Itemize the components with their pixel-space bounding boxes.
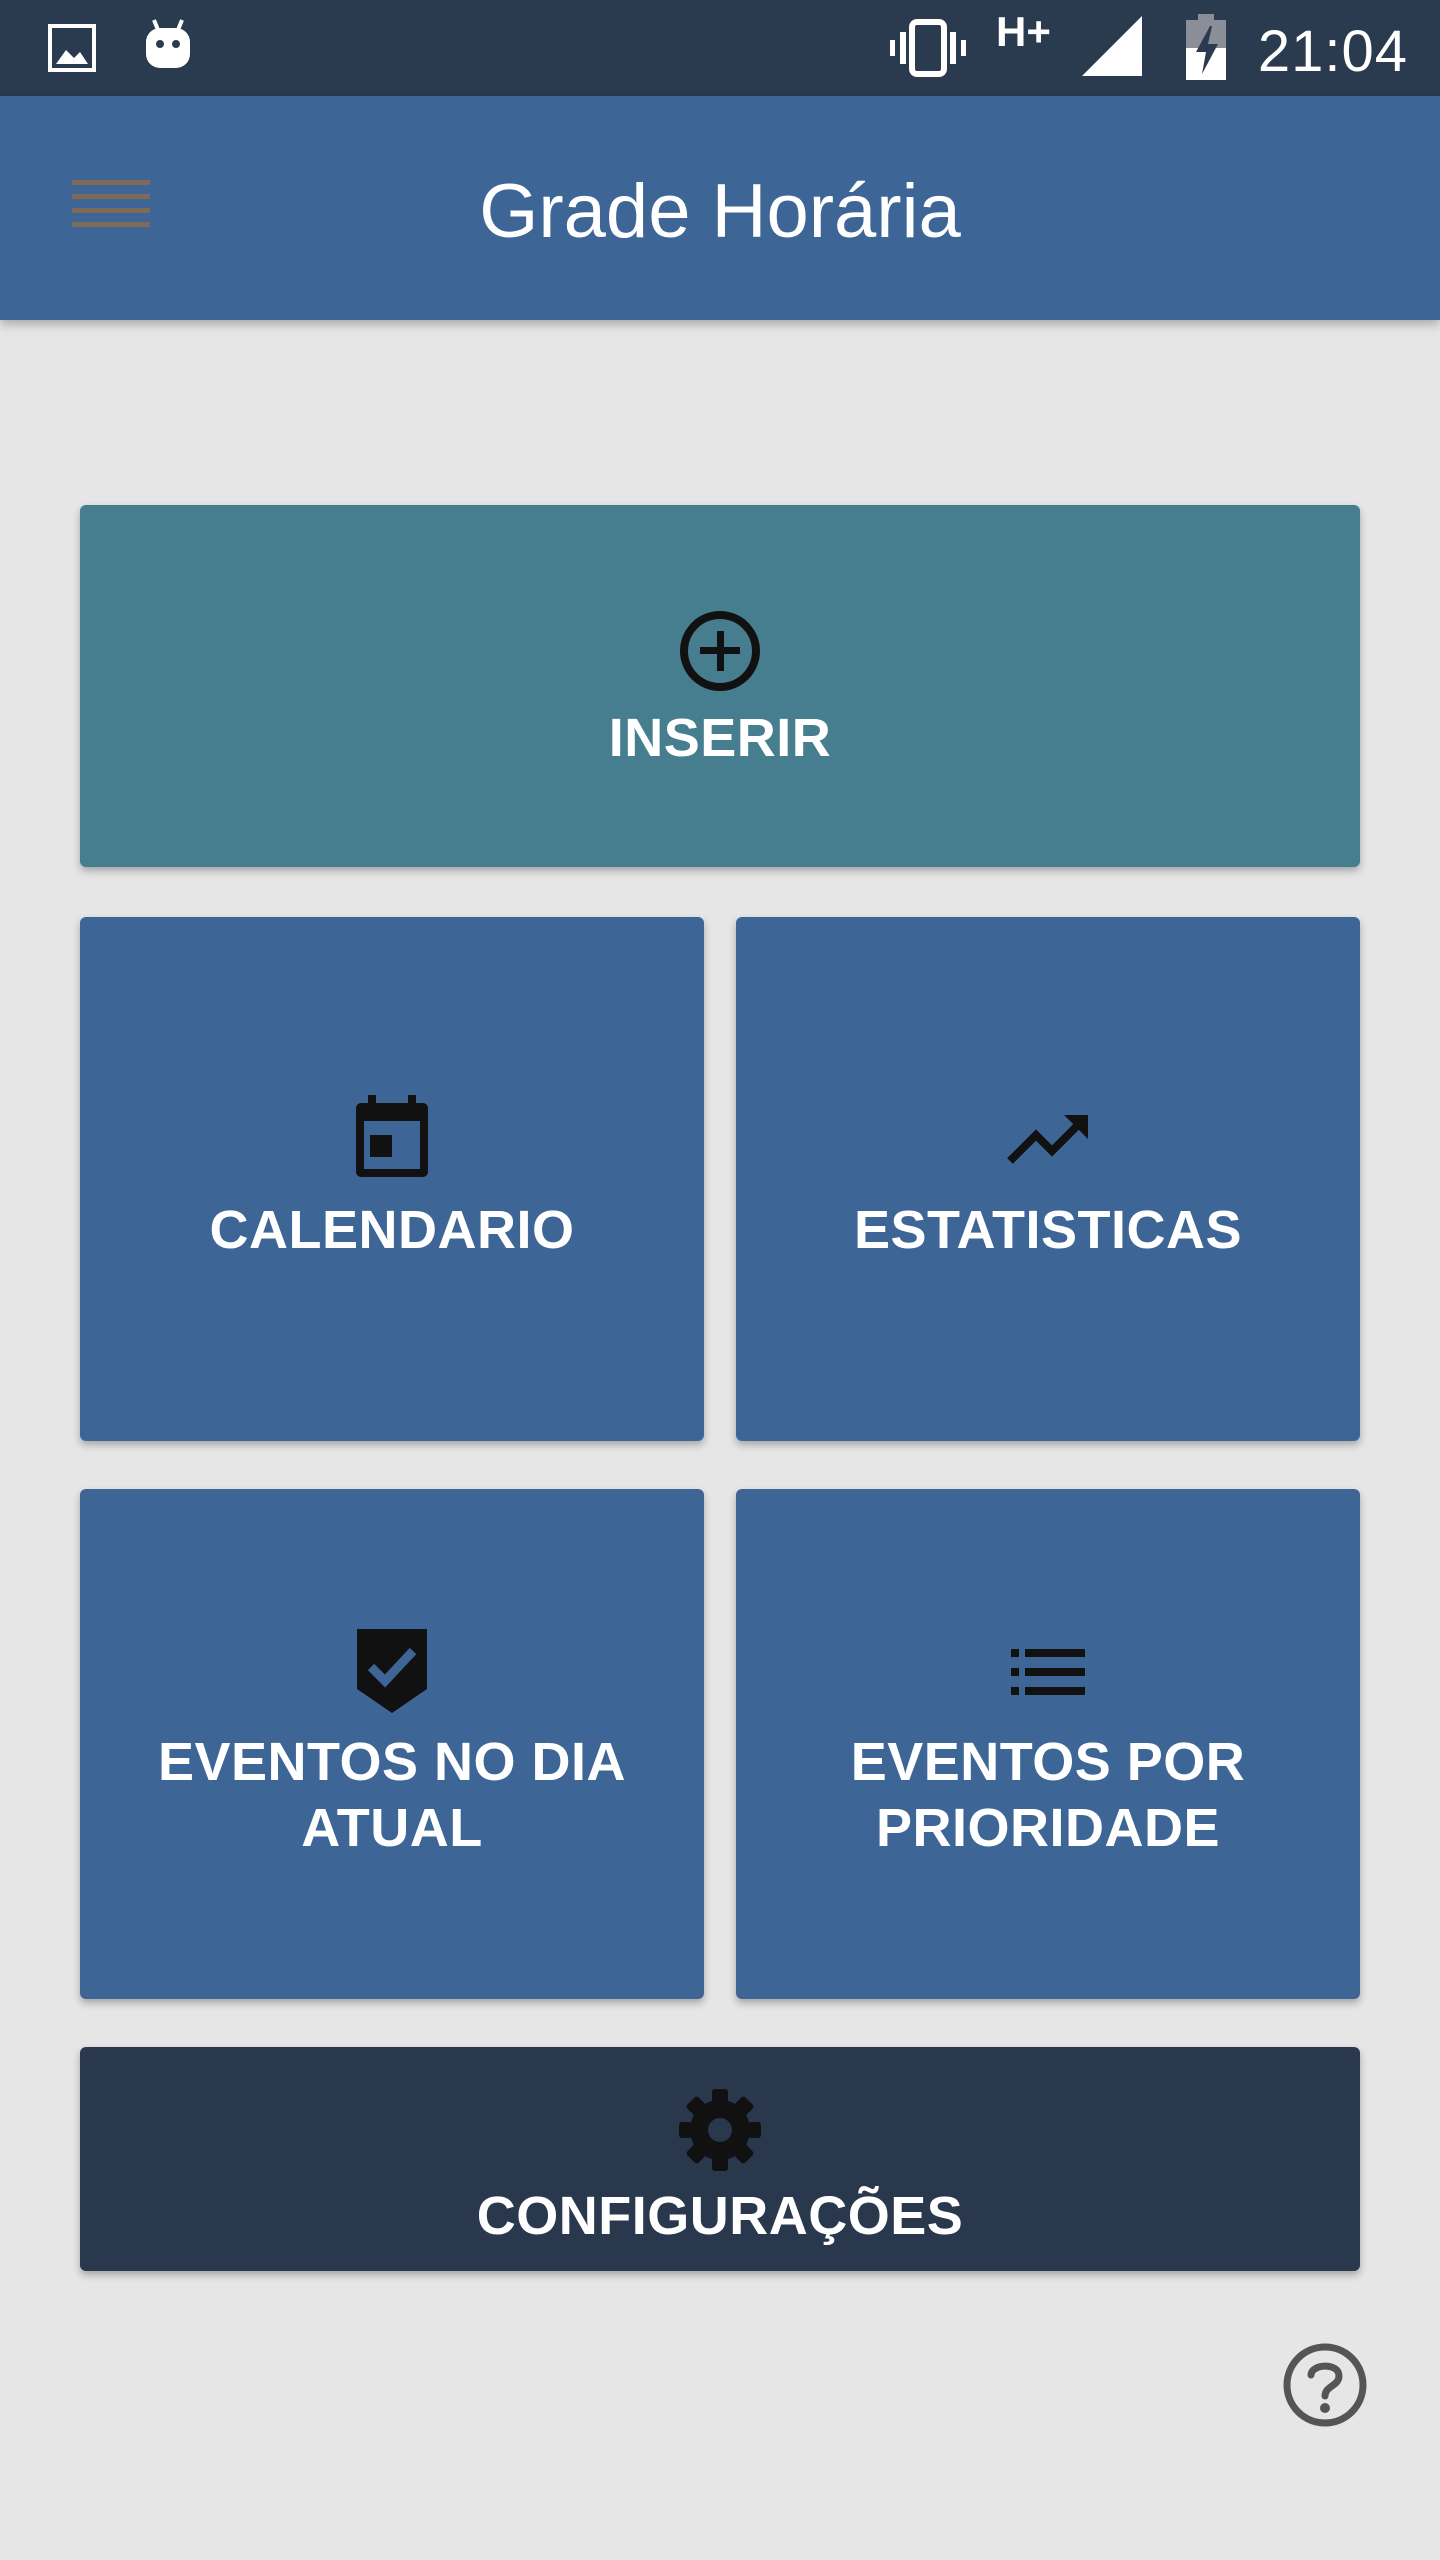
network-type: H+ <box>996 8 1051 55</box>
gear-icon <box>679 2089 761 2171</box>
vibrate-icon <box>890 19 966 77</box>
signal-icon <box>1082 16 1142 76</box>
image-icon <box>48 24 96 72</box>
eventos-dia-atual-line2: ATUAL <box>301 1798 483 1858</box>
page-title: Grade Horária <box>479 169 961 254</box>
eventos-prioridade-button[interactable]: EVENTOS POR PRIORIDADE <box>736 1489 1360 1999</box>
eventos-prioridade-line2: PRIORIDADE <box>875 1798 1221 1858</box>
eventos-prioridade-label: EVENTOS POR PRIORIDADE <box>736 1729 1360 1861</box>
list-icon <box>1011 1649 1085 1695</box>
calendar-icon <box>356 1095 428 1177</box>
battery-charging-icon <box>1186 14 1226 80</box>
eventos-prioridade-line1: EVENTOS POR <box>850 1732 1246 1792</box>
eventos-dia-atual-button[interactable]: EVENTOS NO DIA ATUAL <box>80 1489 704 1999</box>
configuracoes-label: CONFIGURAÇÕES <box>476 2186 964 2246</box>
calendario-button[interactable]: CALENDARIO <box>80 917 704 1441</box>
add-circle-icon <box>680 611 760 691</box>
inserir-button[interactable]: INSERIR <box>80 505 1360 867</box>
help-icon[interactable] <box>1282 2342 1368 2428</box>
inserir-label: INSERIR <box>608 708 832 768</box>
estatisticas-button[interactable]: ESTATISTICAS <box>736 917 1360 1441</box>
estatisticas-label: ESTATISTICAS <box>853 1200 1242 1260</box>
eventos-dia-atual-label: EVENTOS NO DIA ATUAL <box>80 1729 704 1861</box>
eventos-dia-atual-line1: EVENTOS NO DIA <box>157 1732 627 1792</box>
check-badge-icon <box>357 1629 427 1713</box>
status-time: 21:04 <box>1257 19 1408 84</box>
status-bar: H+ 21:04 <box>0 0 1440 96</box>
trending-up-icon <box>1007 1115 1088 1164</box>
configuracoes-button[interactable]: CONFIGURAÇÕES <box>80 2047 1360 2271</box>
calendario-label: CALENDARIO <box>209 1200 575 1260</box>
android-icon <box>146 19 190 68</box>
